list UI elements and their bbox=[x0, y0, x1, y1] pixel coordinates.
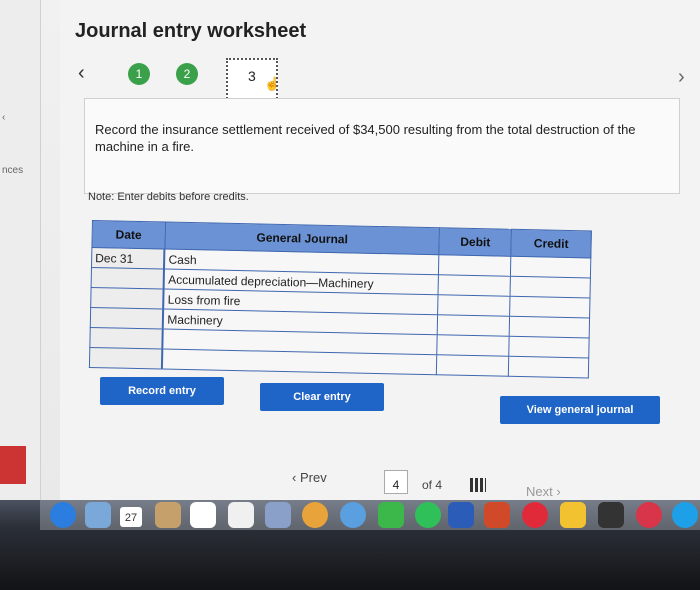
grid-icon[interactable] bbox=[470, 478, 486, 492]
date-cell[interactable] bbox=[90, 307, 164, 330]
credit-cell[interactable] bbox=[508, 336, 590, 358]
photos-icon[interactable] bbox=[302, 502, 328, 528]
journal-grid: Date General Journal Debit Credit Dec 31… bbox=[89, 220, 592, 390]
sidebar-label[interactable]: nces bbox=[2, 165, 23, 176]
step-1-button[interactable]: 1 bbox=[128, 63, 150, 85]
facetime-icon[interactable] bbox=[378, 502, 404, 528]
debit-cell[interactable] bbox=[436, 354, 509, 377]
date-cell[interactable]: Dec 31 bbox=[91, 247, 165, 270]
app-icon[interactable] bbox=[672, 502, 698, 528]
next-button[interactable]: Next › bbox=[526, 484, 561, 499]
record-entry-button[interactable]: Record entry bbox=[100, 377, 224, 405]
credit-cell[interactable] bbox=[508, 356, 589, 378]
page-count: of 4 bbox=[422, 478, 443, 492]
chevron-left-icon[interactable]: ‹ bbox=[78, 62, 85, 85]
journal-table: Date General Journal Debit Credit Dec 31… bbox=[89, 220, 592, 378]
chevron-left-icon: ‹ bbox=[292, 470, 297, 485]
credit-cell[interactable] bbox=[509, 296, 590, 318]
notes-icon[interactable] bbox=[155, 502, 181, 528]
chrome-icon[interactable] bbox=[415, 502, 441, 528]
music-icon[interactable] bbox=[522, 502, 548, 528]
view-general-journal-button[interactable]: View general journal bbox=[500, 396, 660, 424]
chevron-right-icon: › bbox=[556, 484, 561, 499]
page-number-box[interactable]: 4 bbox=[384, 470, 408, 494]
clear-entry-button[interactable]: Clear entry bbox=[260, 383, 384, 411]
left-sidebar: ‹ nces bbox=[0, 0, 41, 500]
reminders-icon[interactable] bbox=[190, 502, 216, 528]
debit-cell[interactable] bbox=[437, 294, 511, 317]
date-cell[interactable] bbox=[89, 347, 163, 370]
sidebar-mark: ‹ bbox=[2, 112, 6, 123]
date-cell[interactable] bbox=[91, 267, 165, 290]
step-2-button[interactable]: 2 bbox=[176, 63, 198, 85]
debit-cell[interactable] bbox=[436, 334, 510, 357]
prev-button[interactable]: ‹ Prev bbox=[292, 470, 327, 485]
instruction-text: Record the insurance settlement received… bbox=[95, 122, 636, 154]
instruction-box: Record the insurance settlement received… bbox=[84, 98, 680, 194]
browser-screen: ‹ nces Journal entry worksheet ‹ 1 2 3 ☝… bbox=[0, 0, 700, 500]
mail-icon[interactable] bbox=[85, 502, 111, 528]
next-label: Next bbox=[526, 484, 553, 499]
credit-cell[interactable] bbox=[510, 276, 591, 298]
column-header-date: Date bbox=[91, 220, 166, 250]
preview-icon[interactable] bbox=[265, 502, 291, 528]
sidebar-badge[interactable] bbox=[0, 446, 26, 484]
textedit-icon[interactable] bbox=[228, 502, 254, 528]
calendar-icon[interactable]: 27 bbox=[120, 507, 142, 527]
date-cell[interactable] bbox=[90, 287, 164, 310]
messages-icon[interactable] bbox=[340, 502, 366, 528]
debit-cell[interactable] bbox=[438, 254, 512, 277]
chevron-right-icon[interactable]: › bbox=[678, 66, 685, 89]
safari-icon[interactable] bbox=[50, 502, 76, 528]
clapper-icon[interactable] bbox=[598, 502, 624, 528]
credit-cell[interactable] bbox=[509, 316, 590, 338]
color-picker-icon[interactable] bbox=[560, 502, 586, 528]
debit-cell[interactable] bbox=[437, 314, 510, 337]
powerpoint-icon[interactable] bbox=[484, 502, 510, 528]
word-icon[interactable] bbox=[448, 502, 474, 528]
prev-label: Prev bbox=[299, 470, 327, 485]
page-title: Journal entry worksheet bbox=[75, 20, 307, 42]
column-header-credit: Credit bbox=[511, 229, 592, 258]
debit-cell[interactable] bbox=[438, 274, 511, 297]
blocked-icon[interactable] bbox=[636, 502, 662, 528]
pointer-hand-icon: ☝ bbox=[264, 76, 281, 91]
credit-cell[interactable] bbox=[510, 256, 591, 278]
column-header-debit: Debit bbox=[439, 227, 512, 257]
note-text: Note: Enter debits before credits. bbox=[88, 191, 249, 203]
date-cell[interactable] bbox=[89, 327, 164, 350]
